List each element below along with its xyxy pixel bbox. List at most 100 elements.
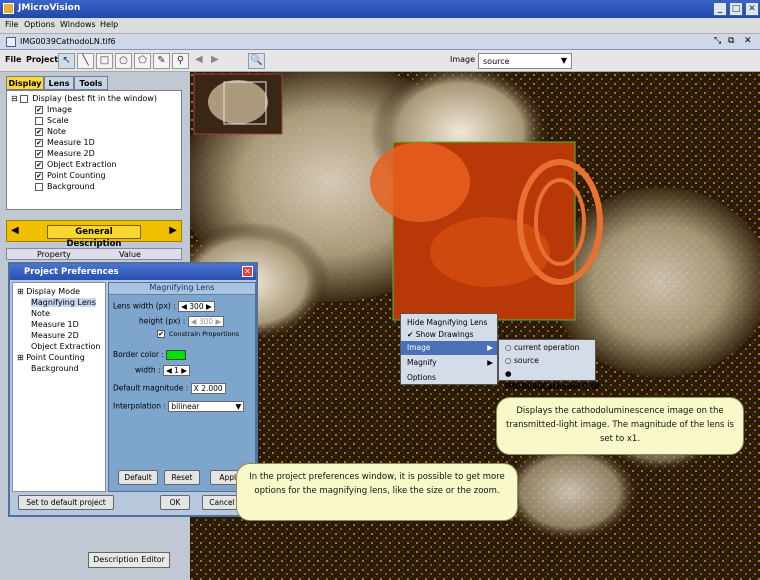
border-width-stepper[interactable]: ◀ 1 ▶ xyxy=(162,365,191,376)
border-color-row: Border color : xyxy=(113,350,187,360)
document-close-icon[interactable]: ✕ xyxy=(744,36,752,46)
prefs-item-magnifying-lens[interactable]: Magnifying Lens xyxy=(31,298,96,307)
tree-item-object-extraction[interactable]: ✔ Object Extraction xyxy=(35,160,116,169)
tree-item-image[interactable]: ✔ Image xyxy=(35,105,72,114)
wand-tool-icon[interactable]: ⚲ xyxy=(172,53,189,69)
description-editor-button[interactable]: Description Editor xyxy=(88,552,170,568)
ok-button[interactable]: OK xyxy=(160,495,190,510)
reset-button[interactable]: Reset xyxy=(164,470,200,485)
submenu-img0040[interactable]: ● IMG0040CathodoLC.tif xyxy=(499,367,600,391)
magnitude-label: Default magnitude : xyxy=(113,383,189,393)
prev-arrow-icon[interactable]: ◀ xyxy=(11,225,19,236)
default-button[interactable]: Default xyxy=(118,470,158,485)
back-arrow-icon[interactable]: ◀ xyxy=(195,54,203,65)
prefs-item-background[interactable]: Background xyxy=(31,364,79,373)
document-tab[interactable]: IMG0039CathodoLN.tif6 ⤡ ⧉ ✕ xyxy=(0,34,760,50)
submenu-source[interactable]: ○ source xyxy=(499,354,595,368)
tree-item-background[interactable]: Background xyxy=(35,182,95,191)
menu-file[interactable]: File xyxy=(5,20,18,29)
menu-options-item[interactable]: Options xyxy=(401,371,497,385)
menu-image[interactable]: Image ▶ xyxy=(401,341,497,355)
pointer-tool-icon[interactable]: ↖ xyxy=(58,53,75,69)
magnitude-row: Default magnitude : X 2.000 xyxy=(113,383,226,394)
restore-icon[interactable]: ⧉ xyxy=(728,36,734,46)
freehand-tool-icon[interactable]: ✎ xyxy=(153,53,170,69)
menu-show-drawings[interactable]: ✔ Show Drawings xyxy=(401,328,497,342)
interpolation-select[interactable]: bilinear ▼ xyxy=(168,401,245,412)
magnitude-field[interactable]: X 2.000 xyxy=(190,383,226,394)
app-title: JMicroVision xyxy=(18,3,81,13)
tree-item-measure-1d[interactable]: ✔ Measure 1D xyxy=(35,138,95,147)
tree-item-label: Point Counting xyxy=(47,171,106,180)
prefs-item-display-mode[interactable]: ⊞ Display Mode xyxy=(17,287,80,296)
maximize-button[interactable]: □ xyxy=(729,2,743,16)
tree-root[interactable]: ⊟ Display (best fit in the window) xyxy=(11,94,157,103)
menu-magnify[interactable]: Magnify ▶ xyxy=(401,356,497,370)
submenu-arrow-icon: ▶ xyxy=(487,358,493,367)
image-select[interactable]: source ▼ xyxy=(478,53,572,69)
tab-tools[interactable]: Tools xyxy=(74,76,108,90)
tree-item-scale[interactable]: Scale xyxy=(35,116,69,125)
close-button[interactable]: ✕ xyxy=(745,2,759,16)
menu-windows[interactable]: Windows xyxy=(60,20,96,29)
close-icon[interactable]: ✕ xyxy=(242,266,253,277)
rectangle-tool-icon[interactable]: □ xyxy=(96,53,113,69)
toolbar-project[interactable]: Project xyxy=(26,55,58,64)
tree-item-label: Measure 2D xyxy=(47,149,95,158)
set-default-project-button[interactable]: Set to default project xyxy=(18,495,114,510)
border-color-swatch[interactable] xyxy=(166,350,187,360)
undock-icon[interactable]: ⤡ xyxy=(714,36,721,46)
prefs-item-point-counting[interactable]: ⊞ Point Counting xyxy=(17,353,85,362)
submenu-current-operation[interactable]: ○ current operation xyxy=(499,341,595,355)
menu-magnify-label: Magnify xyxy=(407,358,437,367)
tree-item-note[interactable]: ✔ Note xyxy=(35,127,66,136)
lens-height-value: 300 xyxy=(198,317,214,326)
minimize-button[interactable]: _ xyxy=(713,2,727,16)
prefs-item-label: Measure 2D xyxy=(31,331,79,340)
prefs-item-label: Object Extraction xyxy=(31,342,101,351)
next-arrow-icon[interactable]: ▶ xyxy=(169,225,177,236)
toolbar: File Project ↖ ╲ □ ○ ⬠ ✎ ⚲ ◀ ▶ 🔍 Image :… xyxy=(0,50,760,72)
property-header: Property xyxy=(37,250,71,259)
display-tree: ⊟ Display (best fit in the window) ✔ Imag… xyxy=(6,90,182,210)
lens-width-row: Lens width (px) : ◀ 300 ▶ xyxy=(113,301,215,312)
collapse-icon[interactable]: ⊟ xyxy=(11,94,18,103)
context-menu: Hide Magnifying Lens ✔ Show Drawings Ima… xyxy=(400,313,498,385)
image-submenu: ○ current operation ○ source ● IMG0040Ca… xyxy=(498,339,600,391)
prefs-item-measure-1d[interactable]: Measure 1D xyxy=(31,320,79,329)
constrain-row[interactable]: ✔ Constrain Proportions xyxy=(157,330,239,338)
tab-display[interactable]: Display xyxy=(6,76,44,90)
polygon-tool-icon[interactable]: ⬠ xyxy=(134,53,151,69)
constrain-checkbox[interactable]: ✔ xyxy=(157,330,165,338)
expand-icon[interactable]: ⊞ xyxy=(17,353,24,362)
menu-help[interactable]: Help xyxy=(100,20,118,29)
ellipse-tool-icon[interactable]: ○ xyxy=(115,53,132,69)
menu-options[interactable]: Options xyxy=(24,20,55,29)
description-bar: ◀ General Description ▶ xyxy=(6,220,182,249)
menu-image-label: Image xyxy=(407,343,431,352)
interpolation-label: Interpolation : xyxy=(113,401,166,411)
forward-arrow-icon[interactable]: ▶ xyxy=(211,54,219,65)
prefs-item-note[interactable]: Note xyxy=(31,309,50,318)
tree-item-measure-2d[interactable]: ✔ Measure 2D xyxy=(35,149,95,158)
tab-lens[interactable]: Lens xyxy=(44,76,74,90)
callout-lens-info: Displays the cathodoluminescence image o… xyxy=(496,397,744,455)
prefs-item-object-extraction[interactable]: Object Extraction xyxy=(31,342,100,351)
lens-width-stepper[interactable]: ◀ 300 ▶ xyxy=(178,301,215,312)
magnifier-icon[interactable]: 🔍 xyxy=(248,53,265,69)
expand-icon[interactable]: ⊞ xyxy=(17,287,24,296)
lens-width-label: Lens width (px) : xyxy=(113,301,176,311)
toolbar-file[interactable]: File xyxy=(5,55,21,64)
description-title: General Description xyxy=(47,225,141,249)
border-width-label: width : xyxy=(135,365,161,375)
prefs-tree: ⊞ Display Mode Magnifying Lens Note Meas… xyxy=(12,282,106,492)
border-width-row: width : ◀ 1 ▶ xyxy=(135,365,191,376)
submenu-label: IMG0040CathodoLC.tif xyxy=(505,382,600,391)
border-width-value: 1 xyxy=(174,366,179,375)
submenu-label: current operation xyxy=(513,343,580,352)
prefs-title: Project Preferences xyxy=(10,264,256,280)
line-tool-icon[interactable]: ╲ xyxy=(77,53,94,69)
prefs-item-measure-2d[interactable]: Measure 2D xyxy=(31,331,79,340)
tree-item-point-counting[interactable]: ✔ Point Counting xyxy=(35,171,106,180)
lens-height-stepper[interactable]: ◀ 300 ▶ xyxy=(187,316,225,327)
